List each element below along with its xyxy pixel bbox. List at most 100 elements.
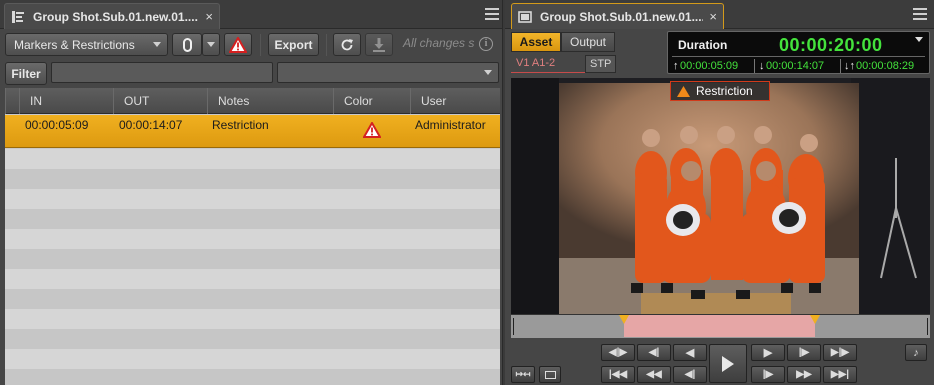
info-icon[interactable]: i: [479, 37, 493, 51]
go-to-end-button[interactable]: ▶▶|: [823, 366, 857, 383]
timeline-start-cap: [513, 318, 514, 335]
mark-in-button[interactable]: ◀: [673, 344, 707, 361]
filter-button[interactable]: Filter: [5, 62, 47, 85]
stp-button[interactable]: STP: [585, 55, 617, 73]
view-mode-label: Markers & Restrictions: [14, 37, 135, 52]
go-to-mark-in-button[interactable]: ◀|▶: [601, 344, 635, 361]
go-to-mark-out-button[interactable]: ▶|▶: [823, 344, 857, 361]
track-divider: [511, 72, 585, 73]
empty-row: [5, 289, 500, 309]
loop-button[interactable]: ↦↤: [511, 366, 535, 383]
empty-row: [5, 349, 500, 369]
column-header-out[interactable]: OUT: [113, 88, 207, 114]
overlay-label: Restriction: [696, 84, 753, 98]
row-handle-header: [5, 88, 19, 114]
column-header-user[interactable]: User: [410, 88, 500, 114]
video-frame-image: [511, 78, 930, 314]
save-status-text: All changes s: [403, 36, 475, 50]
column-header-notes[interactable]: Notes: [207, 88, 333, 114]
panel-menu-icon[interactable]: [485, 8, 499, 20]
audio-button[interactable]: ♪: [905, 344, 927, 361]
column-header-in[interactable]: IN: [19, 88, 113, 114]
player-panel: Group Shot.Sub.01.new.01.... × Asset Out…: [505, 0, 934, 385]
monitor-icon: [518, 10, 532, 24]
empty-row: [5, 329, 500, 349]
import-button[interactable]: [365, 33, 393, 56]
play-button[interactable]: [709, 344, 747, 383]
restriction-button[interactable]: [224, 33, 252, 56]
video-viewer[interactable]: Restriction: [511, 78, 930, 314]
marker-shape-button[interactable]: [172, 33, 202, 56]
in-out-duration-icon: ↓↑: [844, 60, 855, 72]
step-back-icon: ◀|: [648, 347, 660, 358]
table-row[interactable]: 00:00:05:09 00:00:14:07 Restriction Admi…: [5, 115, 500, 148]
empty-row: [5, 189, 500, 209]
view-mode-dropdown[interactable]: Markers & Restrictions: [5, 33, 168, 56]
markers-tab[interactable]: Group Shot.Sub.01.new.01.... ×: [4, 3, 220, 29]
mark-out-icon: ↓: [759, 60, 765, 72]
column-header-color[interactable]: Color: [333, 88, 410, 114]
step-forward-mark-button[interactable]: |▶: [787, 344, 821, 361]
panel-menu-icon[interactable]: [913, 8, 927, 20]
step-forward-10-button[interactable]: ▶▶: [787, 366, 821, 383]
mark-out-jump-icon: ▶|▶: [830, 347, 850, 358]
go-to-start-icon: |◀◀: [608, 369, 628, 380]
markers-tab-title: Group Shot.Sub.01.new.01....: [33, 9, 198, 24]
markers-panel: Group Shot.Sub.01.new.01.... × Markers &…: [0, 0, 503, 385]
track-selector[interactable]: V1 A1-2: [516, 57, 555, 69]
previous-frame-icon: ◀|: [684, 369, 696, 380]
chevron-down-icon[interactable]: [915, 37, 923, 42]
fast-forward-icon: ▶▶: [796, 369, 812, 380]
mark-out-timecode: 00:00:14:07: [766, 60, 825, 72]
mark-out-handle[interactable]: [810, 315, 820, 324]
empty-row: [5, 369, 500, 385]
toolbar-divider: [326, 34, 327, 56]
play-icon: [722, 355, 734, 372]
go-to-end-icon: ▶▶|: [830, 369, 850, 380]
close-icon[interactable]: ×: [205, 9, 213, 24]
asset-mode-button[interactable]: Asset: [511, 32, 561, 52]
output-mode-button[interactable]: Output: [561, 32, 615, 52]
empty-row: [5, 269, 500, 289]
warning-triangle-icon: [677, 85, 690, 97]
timecode-separator: [840, 59, 841, 73]
filmstrip-button[interactable]: [539, 366, 561, 383]
filter-text-field[interactable]: [51, 62, 273, 83]
rewind-icon: ◀◀: [646, 369, 662, 380]
mark-in-handle[interactable]: [619, 315, 629, 324]
timecode-separator: [754, 59, 755, 73]
player-tab[interactable]: Group Shot.Sub.01.new.01.... ×: [511, 3, 724, 29]
filter-combo[interactable]: [277, 62, 499, 83]
chevron-down-icon: [207, 42, 215, 47]
marker-shape-dropdown[interactable]: [202, 33, 220, 56]
timecode-display[interactable]: Duration 00:00:20:00 ↑ 00:00:05:09 ↓ 00:…: [667, 31, 930, 74]
mark-in-icon: ↑: [673, 60, 679, 72]
player-tab-bar: Group Shot.Sub.01.new.01.... ×: [505, 0, 934, 29]
markers-table: IN OUT Notes Color User 00:00:05:09 00:0…: [5, 88, 500, 385]
empty-row: [5, 149, 500, 169]
filmstrip-icon: [544, 370, 556, 379]
next-frame-icon: |▶: [762, 369, 774, 380]
go-to-start-button[interactable]: |◀◀: [601, 366, 635, 383]
close-icon[interactable]: ×: [709, 9, 717, 24]
download-icon: [373, 37, 385, 52]
timeline-scrubber[interactable]: [511, 314, 930, 338]
mark-out-button[interactable]: ▶: [751, 344, 785, 361]
microphone-icon: ♪: [913, 346, 919, 359]
player-tab-title: Group Shot.Sub.01.new.01....: [540, 9, 704, 24]
cell-user: Administrator: [415, 118, 486, 132]
remaining-timecode: 00:00:08:29: [856, 60, 915, 72]
export-button[interactable]: Export: [268, 33, 319, 56]
step-back-mark-button[interactable]: ◀|: [637, 344, 671, 361]
step-forward-button[interactable]: |▶: [751, 366, 785, 383]
empty-row: [5, 229, 500, 249]
step-back-button[interactable]: ◀|: [673, 366, 707, 383]
empty-row: [5, 249, 500, 269]
refresh-button[interactable]: [333, 33, 361, 56]
marker-shape-icon: [182, 37, 192, 52]
timecode-main: 00:00:20:00: [779, 35, 883, 55]
step-back-10-button[interactable]: ◀◀: [637, 366, 671, 383]
toolbar-divider: [260, 34, 261, 56]
mark-in-timecode: 00:00:05:09: [680, 60, 739, 72]
chevron-down-icon: [484, 70, 492, 75]
